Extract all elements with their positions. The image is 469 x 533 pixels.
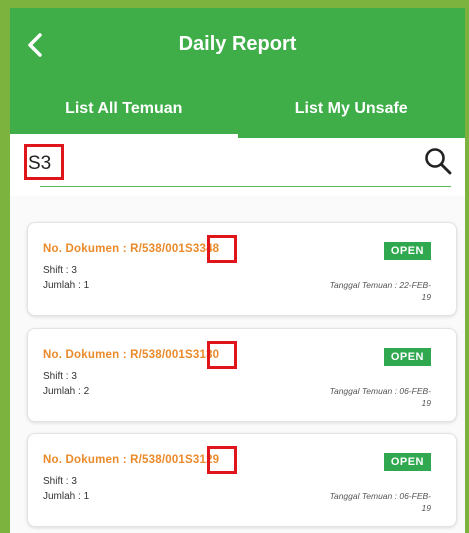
shift-label: Shift : 3	[43, 265, 77, 276]
tab-bar: List All Temuan List My Unsafe	[10, 80, 465, 138]
app-header: Daily Report	[10, 8, 465, 80]
status-badge: OPEN	[383, 348, 431, 366]
tanggal-temuan: Tanggal Temuan : 06-FEB-19	[329, 491, 431, 513]
status-badge: OPEN	[383, 242, 431, 260]
doc-number-prefix: No. Dokumen : R/538/001	[43, 349, 186, 361]
tanggal-temuan: Tanggal Temuan : 06-FEB-19	[329, 386, 431, 408]
doc-number-match: S3	[185, 349, 200, 361]
page-title: Daily Report	[178, 33, 297, 55]
tab-list-all-temuan[interactable]: List All Temuan	[10, 80, 238, 138]
shift-label: Shift : 3	[43, 476, 77, 487]
search-highlight-box	[24, 144, 64, 180]
match-highlight-box	[207, 446, 237, 474]
status-badge: OPEN	[383, 453, 431, 471]
match-highlight-box	[207, 341, 237, 369]
search-input[interactable]	[26, 144, 390, 184]
document-number: No. Dokumen : R/538/001S3129	[43, 454, 219, 466]
shift-label: Shift : 3	[43, 371, 77, 382]
doc-number-match: S3	[185, 243, 200, 255]
doc-number-match: S3	[185, 454, 200, 466]
document-number: No. Dokumen : R/538/001S3348	[43, 243, 219, 255]
doc-number-prefix: No. Dokumen : R/538/001	[43, 243, 186, 255]
jumlah-label: Jumlah : 2	[43, 386, 90, 397]
search-bar	[10, 138, 465, 196]
tanggal-temuan: Tanggal Temuan : 22-FEB-19	[329, 280, 431, 302]
jumlah-label: Jumlah : 1	[43, 491, 90, 502]
doc-number-prefix: No. Dokumen : R/538/001	[43, 454, 186, 466]
report-card[interactable]: No. Dokumen : R/538/001S3129 Shift : 3 J…	[27, 433, 457, 527]
search-icon[interactable]	[423, 146, 453, 176]
report-card[interactable]: No. Dokumen : R/538/001S3130 Shift : 3 J…	[27, 328, 457, 422]
match-highlight-box	[207, 235, 237, 263]
jumlah-label: Jumlah : 1	[43, 280, 90, 291]
document-number: No. Dokumen : R/538/001S3130	[43, 349, 219, 361]
search-underline	[40, 186, 451, 187]
report-card[interactable]: No. Dokumen : R/538/001S3348 Shift : 3 J…	[27, 222, 457, 316]
tab-list-my-unsafe[interactable]: List My Unsafe	[238, 80, 466, 138]
